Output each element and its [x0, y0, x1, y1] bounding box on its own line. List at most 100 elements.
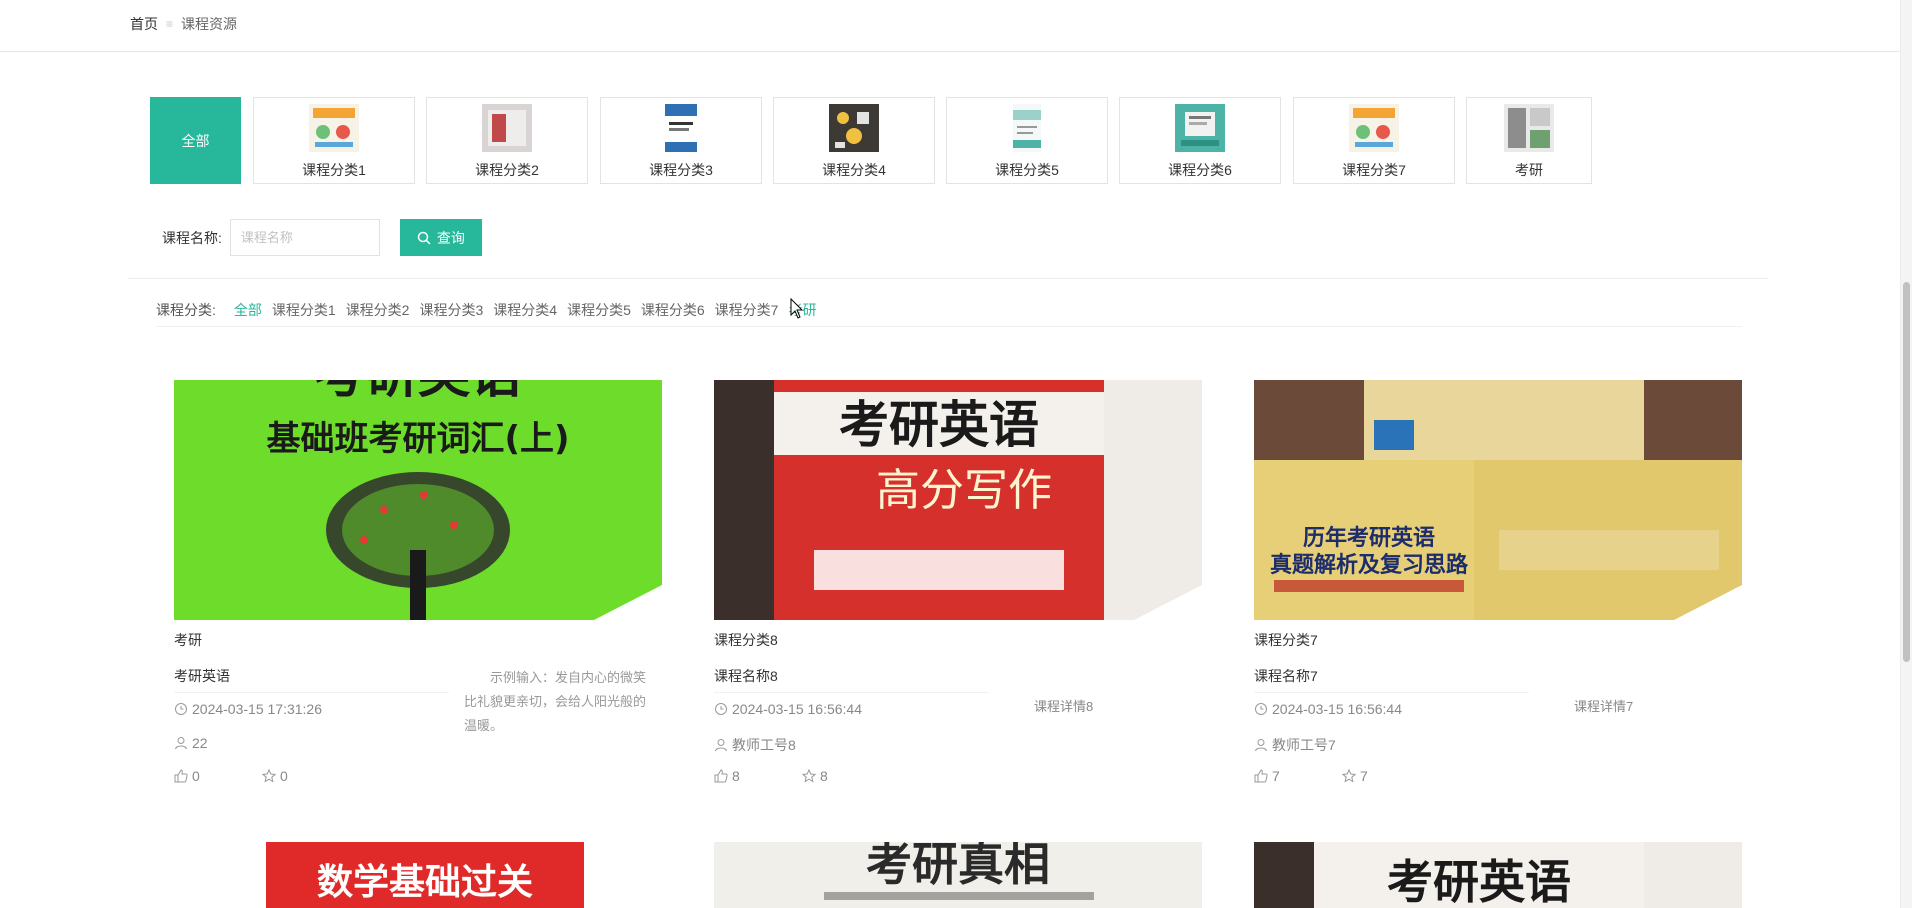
filter-option-6[interactable]: 课程分类6: [641, 300, 705, 320]
page-scrollbar[interactable]: [1900, 0, 1912, 908]
course-teacher-text: 22: [192, 735, 208, 751]
course-name[interactable]: 考研英语: [174, 666, 230, 686]
filter-option-2[interactable]: 课程分类2: [346, 300, 410, 320]
mouse-cursor-icon: [790, 298, 804, 319]
cover-title-text: 历年考研英语: [1303, 525, 1435, 551]
cover-subtitle-text: 基础班考研词汇(上): [266, 419, 569, 459]
search-bar: 课程名称: 查询: [162, 219, 482, 256]
breadcrumb-home-link[interactable]: 首页: [130, 14, 158, 34]
filter-option-all[interactable]: 全部: [234, 300, 262, 320]
category-tile-all[interactable]: 全部: [150, 97, 241, 184]
clock-icon: [175, 703, 187, 715]
divider: [128, 278, 1768, 279]
course-meta: 课程分类8 课程名称8 2024-03-15 16:56:44 教师工号8 8 …: [714, 620, 1202, 800]
course-cover-art: 考研英语 基础班考研词汇(上): [174, 380, 662, 620]
category-thumbnail: [665, 104, 697, 152]
course-category: 课程分类7: [1254, 632, 1318, 648]
filter-option-4[interactable]: 课程分类4: [493, 300, 557, 320]
course-category: 课程分类8: [714, 632, 778, 648]
category-tile-label: 课程分类2: [475, 162, 539, 178]
course-cover-art: 考研真相: [714, 842, 1202, 908]
like-count: 0: [192, 768, 200, 784]
breadcrumb-current: 课程资源: [181, 16, 238, 32]
category-tile-kaoyan[interactable]: 考研: [1466, 97, 1592, 184]
star-icon: [1342, 769, 1356, 783]
course-teacher-text: 教师工号7: [1272, 737, 1336, 753]
divider: [1254, 692, 1529, 693]
like-button[interactable]: 7: [1254, 768, 1280, 784]
favorite-button[interactable]: 0: [262, 768, 288, 784]
category-tile-label: 课程分类7: [1342, 162, 1406, 178]
category-thumbnail: [1349, 104, 1399, 152]
category-tile-label: 课程分类6: [1168, 162, 1232, 178]
category-tile-label: 考研: [1515, 162, 1543, 178]
search-button-label: 查询: [436, 229, 465, 246]
category-tile-6[interactable]: 课程分类6: [1119, 97, 1281, 184]
category-thumbnail: [1013, 104, 1041, 152]
scrollbar-thumb[interactable]: [1903, 282, 1910, 662]
filter-option-1[interactable]: 课程分类1: [272, 300, 336, 320]
like-button[interactable]: 8: [714, 768, 740, 784]
course-card[interactable]: 考研英语 高分写作 课程分类8 课程名称8 2024-03-15 16:56:4…: [714, 380, 1202, 800]
favorite-button[interactable]: 8: [802, 768, 828, 784]
like-button[interactable]: 0: [174, 768, 200, 784]
cover-title-text: 考研真相: [866, 842, 1050, 891]
user-icon: [715, 739, 727, 752]
category-tile-2[interactable]: 课程分类2: [426, 97, 588, 184]
thumbs-up-icon: [714, 769, 728, 783]
course-name[interactable]: 课程名称8: [714, 666, 778, 686]
favorite-count: 0: [280, 768, 288, 784]
user-icon: [175, 737, 187, 750]
course-card[interactable]: 数学基础过关: [174, 842, 662, 908]
category-tile-3[interactable]: 课程分类3: [600, 97, 762, 184]
star-icon: [262, 769, 276, 783]
divider: [714, 692, 989, 693]
category-filter: 课程分类: 全部 课程分类1 课程分类2 课程分类3 课程分类4 课程分类5 课…: [156, 300, 826, 320]
category-tile-label: 课程分类5: [995, 162, 1059, 178]
thumbs-up-icon: [1254, 769, 1268, 783]
course-teacher-text: 教师工号8: [732, 737, 796, 753]
course-name[interactable]: 课程名称7: [1254, 666, 1318, 686]
cover-title-text: 考研英语: [839, 395, 1039, 454]
category-thumbnail: [309, 104, 359, 152]
course-detail: 课程详情8: [1034, 699, 1094, 714]
course-card[interactable]: 考研英语: [1254, 842, 1742, 908]
category-tile-5[interactable]: 课程分类5: [946, 97, 1108, 184]
filter-option-3[interactable]: 课程分类3: [419, 300, 483, 320]
clock-icon: [1255, 703, 1267, 715]
favorite-count: 8: [820, 768, 828, 784]
course-card[interactable]: 考研真相: [714, 842, 1202, 908]
course-name-input[interactable]: [229, 219, 380, 256]
category-tile-1[interactable]: 课程分类1: [253, 97, 415, 184]
category-tile-label: 课程分类1: [302, 162, 366, 178]
cover-subtitle-text: 真题解析及复习思路: [1270, 552, 1469, 578]
thumbs-up-icon: [174, 769, 188, 783]
category-tile-4[interactable]: 课程分类4: [773, 97, 935, 184]
course-teacher: 22: [174, 735, 208, 751]
course-card[interactable]: 考研英语 基础班考研词汇(上) 考研 考研英语 2024-03-15 17:31…: [174, 380, 662, 800]
course-cover-image[interactable]: 历年考研英语 真题解析及复习思路: [1254, 380, 1742, 620]
filter-option-7[interactable]: 课程分类7: [715, 300, 779, 320]
favorite-button[interactable]: 7: [1342, 768, 1368, 784]
category-thumbnail: [1504, 104, 1554, 152]
cover-title-text: 考研英语: [1387, 855, 1571, 908]
like-count: 8: [732, 768, 740, 784]
breadcrumb: 首页 ≡ 课程资源: [130, 14, 237, 34]
course-detail: 课程详情7: [1574, 699, 1634, 714]
category-tile-7[interactable]: 课程分类7: [1293, 97, 1455, 184]
search-button[interactable]: 查询: [399, 219, 482, 256]
course-time-text: 2024-03-15 16:56:44: [732, 701, 862, 717]
course-time: 2024-03-15 16:56:44: [1254, 701, 1402, 717]
top-bar: 首页 ≡ 课程资源: [0, 0, 1900, 52]
course-teacher: 教师工号8: [714, 735, 796, 755]
filter-option-5[interactable]: 课程分类5: [567, 300, 631, 320]
like-count: 7: [1272, 768, 1280, 784]
course-cover-image[interactable]: 考研英语 高分写作: [714, 380, 1202, 620]
category-thumbnail: [829, 104, 879, 152]
category-thumbnail: [1175, 104, 1225, 152]
course-cover-art: 历年考研英语 真题解析及复习思路: [1254, 380, 1742, 620]
category-thumbnail: [482, 104, 532, 152]
category-tile-label: 课程分类4: [822, 162, 886, 178]
course-card[interactable]: 历年考研英语 真题解析及复习思路 课程分类7 课程名称7 2024-03-15 …: [1254, 380, 1742, 800]
course-cover-image[interactable]: 考研英语 基础班考研词汇(上): [174, 380, 662, 620]
